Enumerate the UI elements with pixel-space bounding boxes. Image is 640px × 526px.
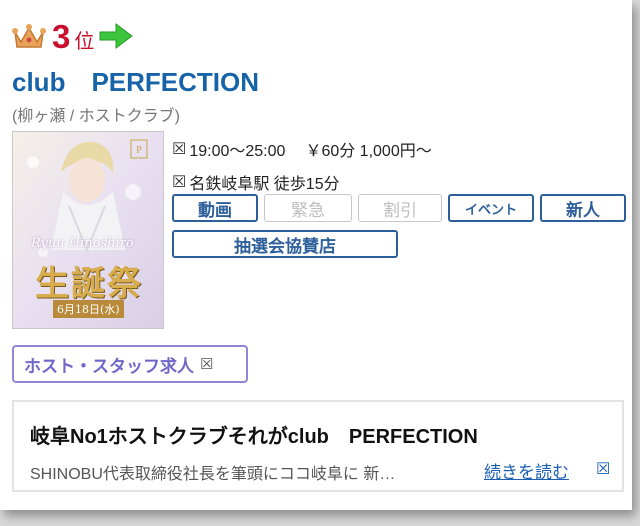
club-name-link[interactable]: club PERFECTION <box>12 62 259 99</box>
clock-icon: ☒ <box>172 141 187 158</box>
urgent-button: 緊急 <box>264 194 352 222</box>
rank-row: 3 位 <box>12 16 134 56</box>
poster-event-title: 生誕祭 <box>35 264 143 304</box>
crown-icon <box>12 24 46 48</box>
newcomer-button[interactable]: 新人 <box>540 194 626 222</box>
poster-name-script: Ryuu Hinoshiro <box>31 236 134 251</box>
event-button[interactable]: イベント <box>448 194 534 222</box>
train-icon: ☒ <box>172 174 187 191</box>
poster-date: 6月18日(水) <box>53 300 124 318</box>
event-thumbnail[interactable]: P Ryuu Hinoshiro 生誕祭 6月18日(水) <box>12 131 164 329</box>
read-more-link[interactable]: 続きを読む <box>484 458 569 483</box>
opening-hours: 19:00～25:00 <box>189 143 286 160</box>
arrow-right-icon <box>99 23 134 49</box>
rank-number: 3 <box>52 17 71 55</box>
lottery-sponsor-button[interactable]: 抽選会協賛店 <box>172 230 398 258</box>
club-area-category: (柳ヶ瀬 / ホストクラブ) <box>12 108 180 125</box>
recruit-label: ホスト・スタッフ求人 <box>24 356 194 376</box>
hours-price-line: ☒ 19:00～25:00 ￥60分 1,000円～ <box>172 137 432 161</box>
access-info: 名鉄岐阜駅 徒歩15分 <box>189 176 340 193</box>
video-button[interactable]: 動画 <box>172 194 258 222</box>
shop-card: 3 位 club PERFECTION (柳ヶ瀬 / ホストクラブ) P Ryu… <box>0 0 632 510</box>
description-text: SHINOBU代表取締役社長を筆頭にココ岐阜に 新… <box>30 466 396 483</box>
recruit-button[interactable]: ホスト・スタッフ求人 ☒ <box>12 345 248 383</box>
external-link-icon[interactable]: ☒ <box>596 459 610 479</box>
description-title: 岐阜No1ホストクラブそれがclub PERFECTION <box>30 426 478 448</box>
price: ￥60分 1,000円～ <box>305 143 432 160</box>
rank-suffix: 位 <box>74 30 95 53</box>
svg-text:P: P <box>136 145 142 156</box>
external-link-icon: ☒ <box>200 356 214 373</box>
description-box: 岐阜No1ホストクラブそれがclub PERFECTION SHINOBU代表取… <box>12 400 624 492</box>
discount-button: 割引 <box>358 194 442 222</box>
access-line: ☒ 名鉄岐阜駅 徒歩15分 <box>172 170 340 194</box>
